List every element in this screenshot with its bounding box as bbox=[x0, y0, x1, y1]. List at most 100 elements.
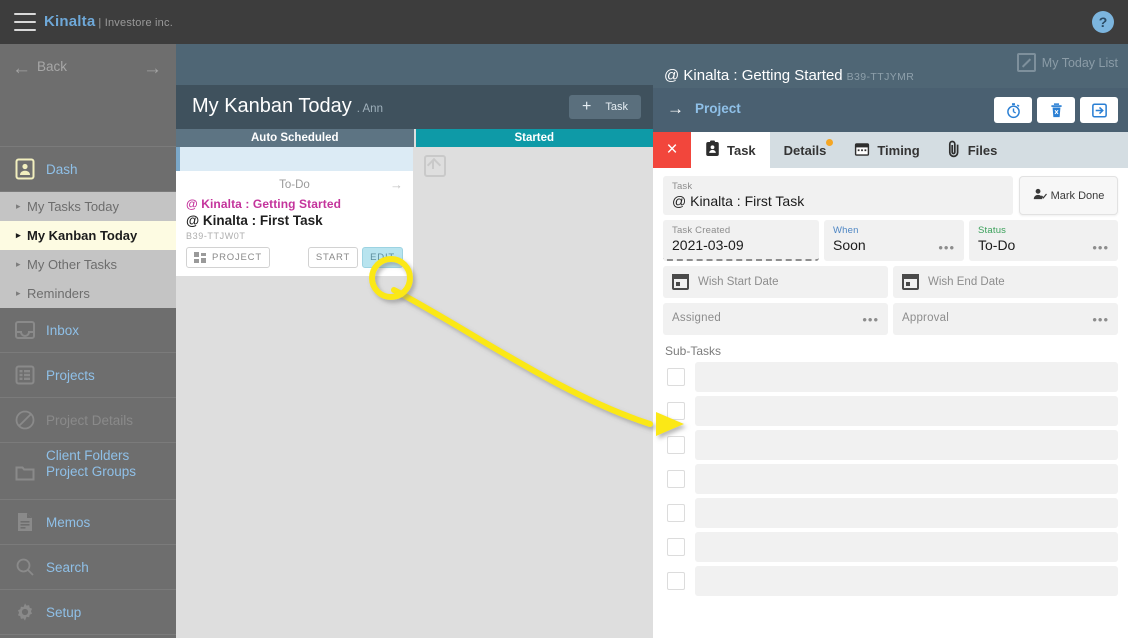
card-accent-bar bbox=[176, 147, 413, 171]
column-auto-scheduled: To-Do → @ Kinalta : Getting Started @ Ki… bbox=[176, 147, 413, 638]
tab-task[interactable]: Task bbox=[691, 132, 770, 168]
notification-dot-icon bbox=[826, 139, 834, 146]
brand: Kinalta | Investore inc. bbox=[44, 13, 173, 30]
detail-header: My Today List @ Kinalta : Getting Starte… bbox=[653, 44, 1128, 88]
sidebar-subitem-label: Reminders bbox=[27, 286, 90, 301]
when-more-icon[interactable]: ••• bbox=[938, 241, 955, 254]
wish-end-date-field[interactable]: Wish End Date bbox=[893, 266, 1118, 298]
my-today-list-button[interactable]: My Today List bbox=[1016, 53, 1118, 72]
sidebar-item-search[interactable]: Search bbox=[0, 545, 176, 590]
subtask-checkbox[interactable] bbox=[667, 402, 685, 420]
sidebar-item-label: Inbox bbox=[46, 322, 80, 338]
external-link-icon bbox=[1016, 53, 1036, 72]
sidebar-item-project-details[interactable]: Project Details bbox=[0, 398, 176, 443]
my-today-list-label: My Today List bbox=[1041, 55, 1118, 70]
status-field[interactable]: Status To-Do ••• bbox=[969, 220, 1118, 261]
subtask-checkbox[interactable] bbox=[667, 436, 685, 454]
detail-project-title-text: @ Kinalta : Getting Started bbox=[664, 67, 843, 84]
grid-icon bbox=[194, 252, 206, 263]
user-badge-icon bbox=[14, 158, 36, 180]
card-status: To-Do → bbox=[186, 177, 403, 197]
approval-field[interactable]: Approval ••• bbox=[893, 303, 1118, 335]
close-icon[interactable]: × bbox=[653, 132, 691, 168]
help-icon[interactable]: ? bbox=[1092, 11, 1114, 33]
sidebar-item-inbox[interactable]: Inbox bbox=[0, 308, 176, 353]
subtask-input[interactable] bbox=[695, 464, 1118, 494]
log-in-icon[interactable] bbox=[1080, 97, 1118, 123]
subtasks-label: Sub-Tasks bbox=[665, 344, 722, 358]
back-bar[interactable]: ← Back → bbox=[0, 44, 176, 94]
subtask-row bbox=[663, 362, 1118, 392]
sidebar-item-projects[interactable]: Projects bbox=[0, 353, 176, 398]
subtask-checkbox[interactable] bbox=[667, 504, 685, 522]
add-task-label: Task bbox=[605, 101, 628, 113]
sidebar-item-dash[interactable]: Dash bbox=[0, 147, 176, 192]
mark-done-button[interactable]: Mark Done bbox=[1019, 176, 1118, 215]
column-started[interactable] bbox=[413, 147, 653, 638]
sidebar-item-client-folders[interactable]: Client Folders Project Groups bbox=[0, 443, 176, 500]
start-button[interactable]: START bbox=[307, 247, 359, 268]
sidebar-item-setup[interactable]: Setup bbox=[0, 590, 176, 635]
subtask-checkbox[interactable] bbox=[667, 538, 685, 556]
task-created-label: Task Created bbox=[672, 225, 731, 236]
sidebar-item-label: Memos bbox=[46, 514, 91, 530]
sidebar-spacer bbox=[0, 94, 176, 147]
subtask-checkbox[interactable] bbox=[667, 572, 685, 590]
card-body: To-Do → @ Kinalta : Getting Started @ Ki… bbox=[176, 171, 413, 276]
add-task-button[interactable]: + Task bbox=[569, 95, 641, 119]
sidebar-item-my-tasks-today[interactable]: ▸ My Tasks Today bbox=[0, 192, 176, 221]
subtask-input[interactable] bbox=[695, 362, 1118, 392]
card-project: @ Kinalta : Getting Started bbox=[186, 197, 342, 211]
task-form: Task @ Kinalta : First Task Mark Done Ta… bbox=[653, 168, 1128, 596]
arrow-right-icon[interactable]: → bbox=[667, 99, 684, 119]
list-icon bbox=[14, 364, 36, 386]
upload-drop-icon[interactable] bbox=[424, 155, 446, 177]
subtask-checkbox[interactable] bbox=[667, 368, 685, 386]
subtask-input[interactable] bbox=[695, 498, 1118, 528]
task-name-field[interactable]: Task @ Kinalta : First Task bbox=[663, 176, 1013, 215]
project-button[interactable]: PROJECT bbox=[186, 247, 270, 268]
sidebar-item-my-kanban-today[interactable]: ▸ My Kanban Today bbox=[0, 221, 176, 250]
arrow-left-icon[interactable]: ← bbox=[12, 59, 31, 78]
status-label: Status bbox=[978, 225, 1007, 236]
sidebar-item-memos[interactable]: Memos bbox=[0, 500, 176, 545]
column-header-auto-scheduled[interactable]: Auto Scheduled bbox=[176, 129, 414, 147]
subtask-input[interactable] bbox=[695, 532, 1118, 562]
subtask-input[interactable] bbox=[695, 396, 1118, 426]
approval-label: Approval bbox=[902, 312, 949, 324]
calendar-icon bbox=[902, 274, 919, 290]
kanban-card[interactable]: To-Do → @ Kinalta : Getting Started @ Ki… bbox=[176, 147, 413, 276]
sidebar-item-label: Projects bbox=[46, 367, 95, 383]
edit-button[interactable]: EDIT bbox=[362, 247, 403, 268]
sidebar-item-label-line2: Project Groups bbox=[46, 464, 137, 479]
subtask-checkbox[interactable] bbox=[667, 470, 685, 488]
wish-start-date-field[interactable]: Wish Start Date bbox=[663, 266, 888, 298]
task-created-field: Task Created 2021-03-09 bbox=[663, 220, 819, 261]
subtask-input[interactable] bbox=[695, 430, 1118, 460]
arrow-right-icon[interactable]: → bbox=[390, 177, 403, 192]
assigned-field[interactable]: Assigned ••• bbox=[663, 303, 888, 335]
column-header-started[interactable]: Started bbox=[415, 129, 653, 147]
go-to-project-link[interactable]: Project bbox=[695, 101, 741, 116]
when-label: When bbox=[833, 225, 859, 236]
tab-details[interactable]: Details bbox=[770, 132, 841, 168]
subtask-input[interactable] bbox=[695, 566, 1118, 596]
chevron-right-icon: ▸ bbox=[16, 259, 21, 269]
status-more-icon[interactable]: ••• bbox=[1092, 241, 1109, 254]
hamburger-icon[interactable] bbox=[14, 13, 36, 31]
approval-more-icon[interactable]: ••• bbox=[1092, 313, 1109, 326]
sidebar-item-reminders[interactable]: ▸ Reminders bbox=[0, 279, 176, 308]
detail-actions bbox=[994, 97, 1118, 123]
arrow-right-icon[interactable]: → bbox=[143, 59, 162, 78]
trash-icon[interactable] bbox=[1037, 97, 1075, 123]
brand-name: Kinalta bbox=[44, 13, 96, 30]
timer-icon[interactable] bbox=[994, 97, 1032, 123]
when-field[interactable]: When Soon ••• bbox=[824, 220, 964, 261]
detail-project-code: B39-TTJYMR bbox=[846, 71, 915, 83]
sidebar-item-my-other-tasks[interactable]: ▸ My Other Tasks bbox=[0, 250, 176, 279]
calendar-icon bbox=[672, 274, 689, 290]
card-actions: PROJECT START EDIT bbox=[186, 247, 403, 268]
tab-files[interactable]: Files bbox=[934, 132, 1012, 168]
assigned-more-icon[interactable]: ••• bbox=[862, 313, 879, 326]
tab-timing[interactable]: Timing bbox=[840, 132, 933, 168]
